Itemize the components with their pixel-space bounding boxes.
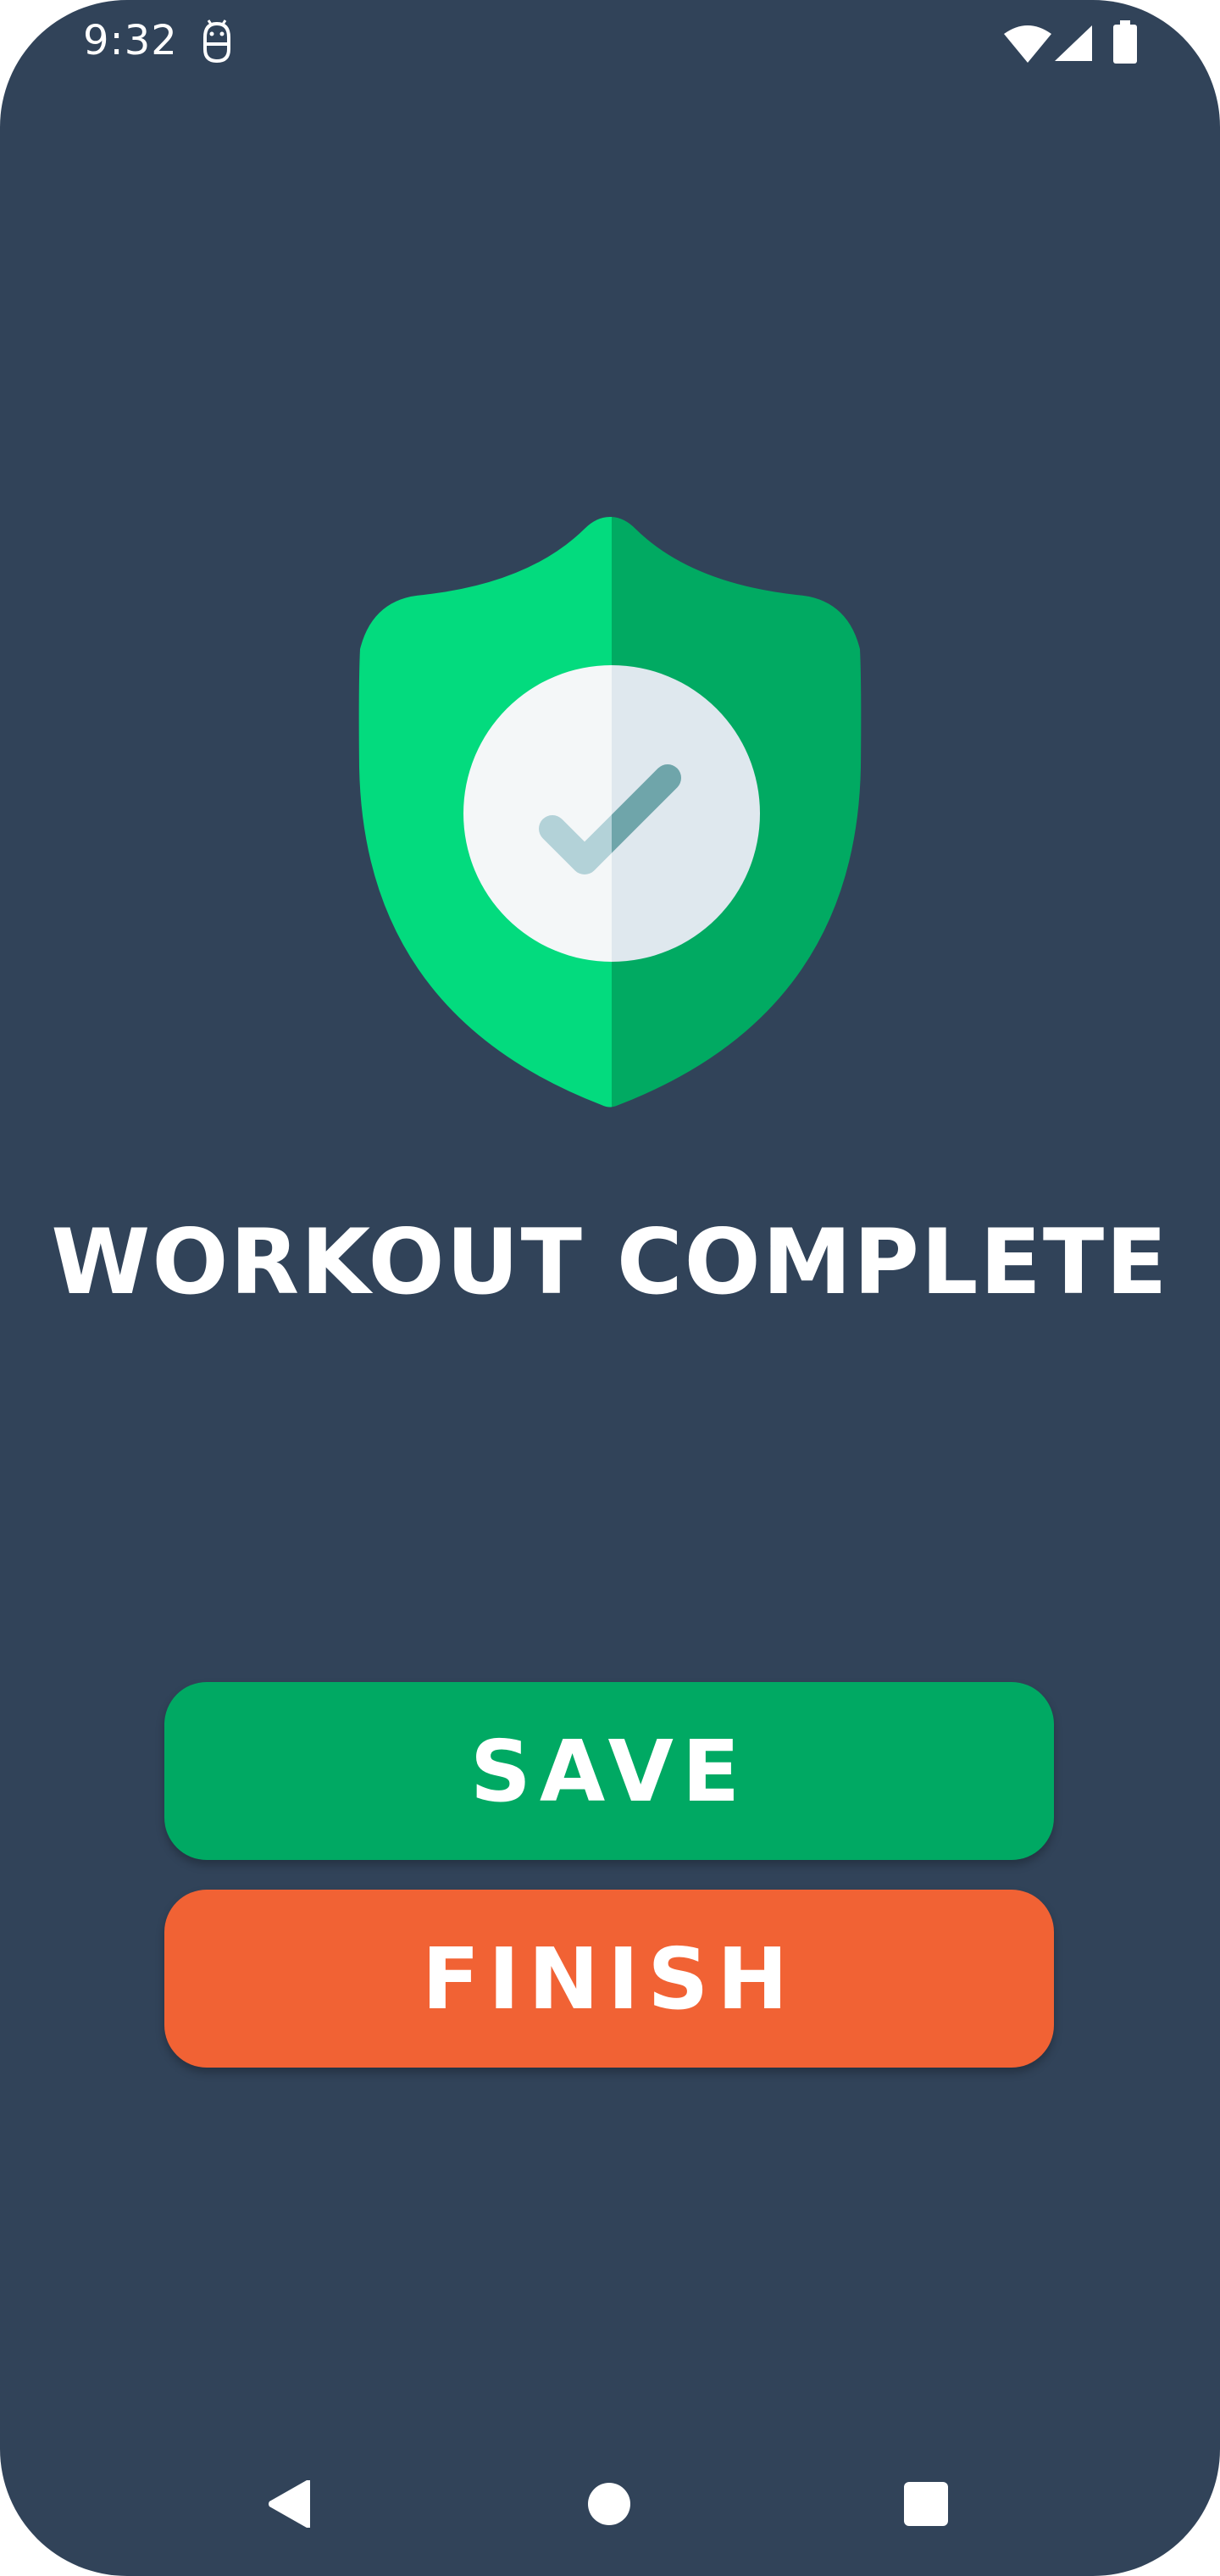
recents-square-icon[interactable] <box>903 2481 949 2527</box>
battery-icon <box>1113 20 1137 64</box>
wifi-icon <box>1004 25 1051 63</box>
status-time: 9:32 <box>83 17 178 64</box>
home-circle-icon[interactable] <box>587 2482 631 2526</box>
back-triangle-icon[interactable] <box>268 2479 312 2529</box>
page-title: WORKOUT COMPLETE <box>51 1210 1169 1314</box>
shield-check-icon <box>358 517 862 1108</box>
finish-button[interactable]: FINISH <box>164 1890 1054 2068</box>
cell-signal-icon <box>1055 25 1092 61</box>
status-bar: 9:32 <box>0 0 1220 85</box>
bug-face-icon <box>203 19 230 64</box>
app-screen: 9:32 WORKOUT COMPLETE SAVE FINISH <box>0 0 1220 2576</box>
save-button[interactable]: SAVE <box>164 1682 1054 1860</box>
